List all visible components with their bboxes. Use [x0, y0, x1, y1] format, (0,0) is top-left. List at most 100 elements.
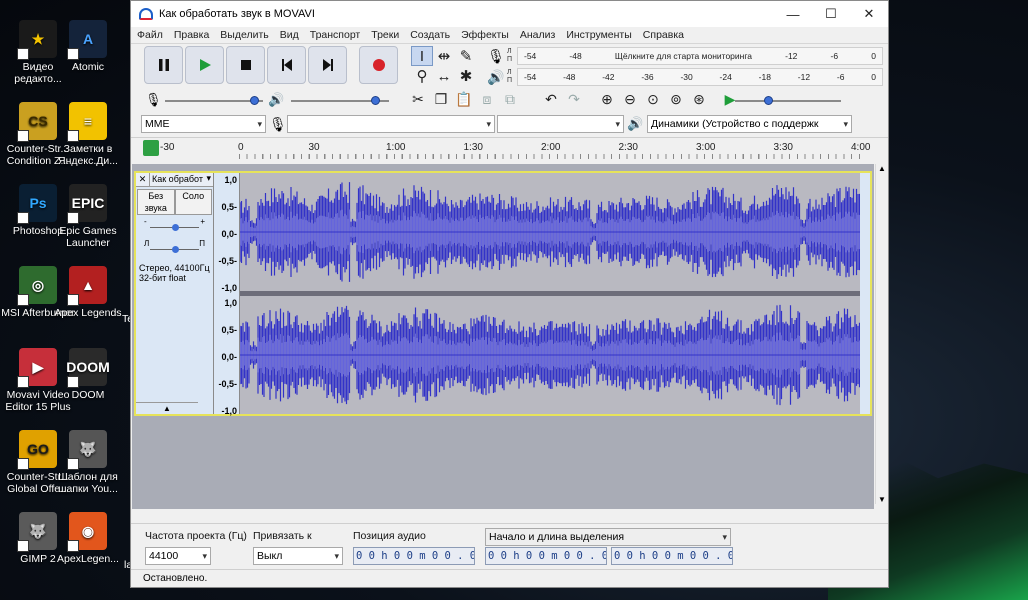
undo-icon[interactable]: ↶ — [540, 89, 562, 109]
timeline-ruler[interactable]: -30 0 30 1:00 1:30 2:00 2:30 3:00 3:30 4:00 — [131, 137, 888, 159]
menu-item[interactable]: Анализ — [520, 29, 555, 41]
audio-host-dropdown[interactable]: MME ▾ — [141, 115, 266, 133]
play-button[interactable] — [185, 46, 224, 84]
zoom-out-icon[interactable]: ⊖ — [619, 89, 641, 109]
amplitude-label: 0,5- — [221, 325, 237, 335]
desktop-icon-label: Epic Games Launcher — [59, 225, 117, 249]
copy-icon[interactable]: ❐ — [430, 89, 452, 109]
vertical-scale[interactable]: 1,0 0,5- 0,0- -0,5- -1,0 1,0 0,5- 0,0- -0,5- -1,0 — [214, 173, 240, 416]
close-track-icon[interactable]: ✕ — [136, 173, 150, 186]
channels-dropdown[interactable]: ▾ — [497, 115, 624, 133]
slider-thumb[interactable] — [172, 224, 179, 231]
paste-icon[interactable]: 📋 — [453, 89, 475, 109]
silence-icon[interactable]: ⧉ — [499, 89, 521, 109]
cut-icon[interactable]: ✂ — [407, 89, 429, 109]
pan-slider[interactable]: Л П — [144, 239, 205, 255]
playback-device-dropdown[interactable]: Динамики (Устройство с поддержк ▾ — [647, 115, 852, 133]
vertical-scrollbar[interactable]: ▲ ▼ — [875, 164, 888, 504]
menu-item[interactable]: Вид — [280, 29, 299, 41]
play-meter[interactable]: 🔊 ЛП -54 -48 -42 -36 -30 -24 -18 -12 -6 0 — [485, 67, 883, 87]
play-meter-scale[interactable]: -54 -48 -42 -36 -30 -24 -18 -12 -6 0 — [517, 68, 883, 86]
amplitude-label: 1,0 — [224, 175, 237, 185]
collapse-track-button[interactable]: ▲ — [136, 402, 198, 414]
selection-end-field[interactable]: 0 0 h 0 0 m 0 0 . 0 0 0 s — [611, 547, 733, 565]
desktop-icon-label: DOOM — [71, 389, 105, 401]
multi-tool-icon[interactable]: ✱ — [455, 66, 477, 86]
zoom-in-icon[interactable]: ⊕ — [596, 89, 618, 109]
envelope-tool-icon[interactable]: ⇹ — [433, 46, 455, 66]
desktop-icon[interactable]: DOOM DOOM — [50, 348, 126, 401]
desktop-icon[interactable]: ▲ Apex Legends — [50, 266, 126, 319]
draw-tool-icon[interactable]: ✎ — [455, 46, 477, 66]
track-name-menu[interactable]: Как обработ — [150, 173, 206, 186]
scroll-down-icon[interactable]: ▼ — [876, 495, 888, 504]
pin-icon[interactable] — [143, 140, 159, 156]
app-icon: ≡ — [67, 102, 107, 142]
skip-start-button[interactable] — [267, 46, 306, 84]
fit-selection-icon[interactable]: ⊙ — [642, 89, 664, 109]
slider-thumb[interactable] — [371, 96, 381, 105]
selection-mode-dropdown[interactable]: Начало и длина выделения ▾ — [485, 528, 731, 546]
recording-device-dropdown[interactable]: ▾ — [287, 115, 495, 133]
timeshift-tool-icon[interactable]: ↔ — [433, 66, 455, 86]
app-icon: ▲ — [67, 266, 107, 306]
menu-item[interactable]: Справка — [643, 29, 684, 41]
snap-dropdown[interactable]: Выкл ▾ — [253, 547, 343, 565]
fit-project-icon[interactable]: ⊚ — [665, 89, 687, 109]
menu-item[interactable]: Эффекты — [461, 29, 509, 41]
desktop-icon-label: Apex Legends — [54, 307, 122, 319]
record-meter-scale[interactable]: -54 -48 Щёлкните для старта мониторинга -12… — [517, 47, 883, 65]
chevron-down-icon[interactable]: ▾ — [206, 173, 213, 186]
trim-icon[interactable]: ⧈ — [476, 89, 498, 109]
meter-r: П — [507, 77, 513, 84]
skip-end-button[interactable] — [308, 46, 347, 84]
meter-scale-label: -42 — [602, 72, 615, 82]
play-speed-slider[interactable] — [735, 96, 841, 105]
meter-scale-label: -6 — [836, 72, 845, 82]
timeline-tick: 0 — [238, 142, 244, 153]
desktop-icon[interactable]: ≡ Заметки в Яндекс.Ди... — [50, 102, 126, 167]
slider-thumb[interactable] — [249, 96, 259, 105]
menu-item[interactable]: Создать — [410, 29, 450, 41]
pause-button[interactable] — [144, 46, 183, 84]
menu-item[interactable]: Транспорт — [310, 29, 361, 41]
menu-item[interactable]: Инструменты — [566, 29, 631, 41]
desktop-icon[interactable]: 🐺 Шаблон для шапки You... — [50, 430, 126, 495]
record-meter[interactable]: 🎙 ЛП -54 -48 Щёлкните для старта мониторин… — [485, 46, 883, 66]
project-rate-dropdown[interactable]: 44100 ▾ — [145, 547, 211, 565]
record-button[interactable] — [359, 46, 398, 84]
minimize-button[interactable]: — — [774, 1, 812, 27]
audio-position-field[interactable]: 0 0 h 0 0 m 0 0 . 0 0 0 s — [353, 547, 475, 565]
play-at-speed-icon[interactable]: ▶ — [719, 89, 741, 109]
menu-item[interactable]: Выделить — [220, 29, 268, 41]
selection-tool-icon[interactable]: I — [411, 46, 433, 66]
horizontal-scrollbar[interactable] — [132, 509, 874, 522]
scroll-up-icon[interactable]: ▲ — [876, 164, 888, 173]
selection-start-field[interactable]: 0 0 h 0 0 m 0 0 . 0 0 0 s — [485, 547, 607, 565]
redo-icon[interactable]: ↷ — [563, 89, 585, 109]
record-volume-slider[interactable] — [165, 96, 263, 105]
zoom-toggle-icon[interactable]: ⊛ — [688, 89, 710, 109]
solo-button[interactable]: Соло — [174, 189, 212, 215]
menu-item[interactable]: Файл — [137, 29, 163, 41]
close-button[interactable]: ✕ — [850, 1, 888, 27]
gain-slider[interactable]: - + — [144, 217, 205, 233]
pan-right: П — [199, 239, 205, 248]
maximize-button[interactable]: ☐ — [812, 1, 850, 27]
waveform-right-channel[interactable] — [240, 296, 860, 414]
menu-item[interactable]: Правка — [174, 29, 209, 41]
menu-item[interactable]: Треки — [371, 29, 399, 41]
audio-track[interactable]: ✕ Как обработ ▾ Без звука Соло - + Л П С… — [134, 171, 872, 416]
tracks-area[interactable]: ✕ Как обработ ▾ Без звука Соло - + Л П С… — [132, 164, 874, 516]
title-bar[interactable]: Как обработать звук в MOVAVI — ☐ ✕ — [131, 1, 888, 27]
desktop-icon[interactable]: A Atomic — [50, 20, 126, 73]
playback-volume-slider[interactable] — [291, 96, 389, 105]
stop-button[interactable] — [226, 46, 265, 84]
desktop-icon[interactable]: ◉ ApexLegen... — [50, 512, 126, 565]
waveform-area[interactable] — [240, 173, 860, 414]
desktop-icon[interactable]: EPIC Epic Games Launcher — [50, 184, 126, 249]
slider-thumb[interactable] — [172, 246, 179, 253]
waveform-left-channel[interactable] — [240, 173, 860, 291]
zoom-tool-icon[interactable]: ⚲ — [411, 66, 433, 86]
mute-button[interactable]: Без звука — [137, 189, 175, 215]
